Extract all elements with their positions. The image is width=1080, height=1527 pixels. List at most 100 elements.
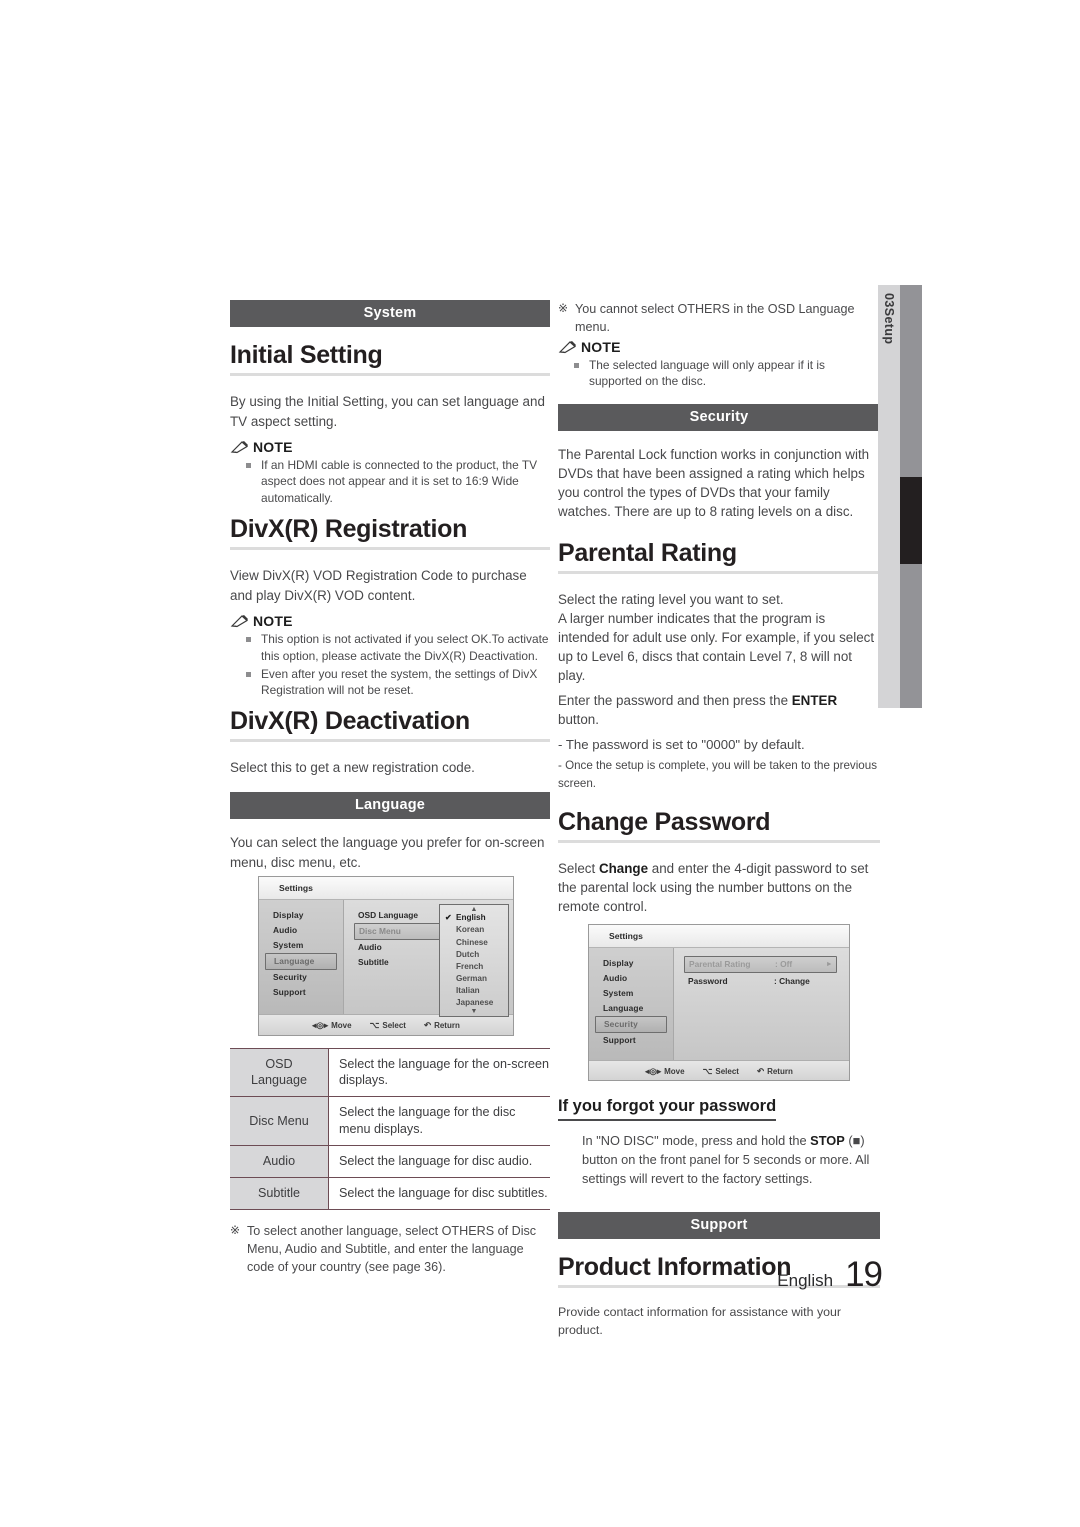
- heading-initial-setting: Initial Setting: [230, 341, 383, 369]
- osd-left-menu: Display Audio System Language Security S…: [259, 899, 344, 1014]
- osd-menu-item-system[interactable]: System: [589, 986, 673, 1001]
- heading-divx-registration: DivX(R) Registration: [230, 515, 468, 544]
- table-cell-value: Select the language for the disc menu di…: [328, 1096, 550, 1147]
- scroll-down-icon[interactable]: ▼: [471, 1008, 478, 1015]
- osd-screenshot-language: Settings Display Audio System Language S…: [258, 875, 514, 1036]
- note-label: NOTE: [253, 612, 293, 629]
- osd-footer-move-label: Move: [664, 1067, 685, 1077]
- note-item: Even after you reset the system, the set…: [246, 666, 550, 700]
- pencil-icon: [230, 440, 249, 453]
- osd-menu-item-support[interactable]: Support: [589, 1033, 673, 1048]
- heading-rule: [230, 546, 550, 550]
- osd-footer-return-label: Return: [434, 1021, 460, 1031]
- enter-pre: Enter the password and then press the: [558, 693, 792, 709]
- dpad-icon: ◂◎▸: [645, 1066, 662, 1077]
- osd-menu-item-system[interactable]: System: [259, 938, 343, 953]
- osd-option-german[interactable]: German: [440, 972, 508, 984]
- star-icon: ※: [230, 1222, 241, 1237]
- table-cell-key: Subtitle: [230, 1176, 329, 1210]
- chapter-side-tab: 03Setup: [878, 285, 922, 708]
- osd-option-chinese[interactable]: Chinese: [440, 936, 508, 948]
- note-label: NOTE: [581, 338, 621, 355]
- osd-language-popup[interactable]: ▲ English Korean Chinese Dutch French Ge…: [439, 903, 509, 1018]
- enter-icon: ⌥: [702, 1066, 713, 1077]
- osd-row-parental-rating[interactable]: Parental Rating : Off ▸: [684, 955, 837, 974]
- chapter-number: 03: [882, 293, 896, 308]
- osd-option-dutch[interactable]: Dutch: [440, 948, 508, 960]
- heading-rule: [558, 839, 880, 843]
- osd-mid-menu: Parental Rating : Off ▸ Password : Chang…: [674, 947, 849, 1060]
- osd-title: Settings: [589, 924, 849, 948]
- section-band-security: Security: [558, 404, 880, 432]
- note-list-initial-setting: If an HDMI cable is connected to the pro…: [230, 457, 550, 508]
- star-icon: ※: [558, 301, 569, 315]
- osd-menu-item-security[interactable]: Security: [595, 1015, 667, 1033]
- osd-footer-return-label: Return: [767, 1067, 793, 1077]
- star-note-text: You cannot select OTHERS in the OSD Lang…: [575, 302, 855, 335]
- osd-row-key: Parental Rating: [689, 959, 751, 970]
- dpad-icon: ◂◎▸: [312, 1020, 329, 1031]
- osd-footer: ◂◎▸ Move ⌥ Select ↶ Return: [589, 1059, 849, 1080]
- section-band-system: System: [230, 300, 550, 327]
- stop-bold: STOP: [810, 1132, 845, 1148]
- osd-option-english[interactable]: English: [440, 912, 508, 924]
- heading-rule: [230, 372, 550, 376]
- parental-rating-dash-2: - Once the setup is complete, you will b…: [558, 759, 877, 790]
- note-item: If an HDMI cable is connected to the pro…: [246, 457, 550, 508]
- osd-footer-move: ◂◎▸ Move: [312, 1020, 351, 1031]
- heading-divx-deactivation: DivX(R) Deactivation: [230, 707, 470, 736]
- osd-menu-item-security[interactable]: Security: [259, 970, 343, 985]
- pencil-icon: [558, 340, 577, 353]
- osd-option-italian[interactable]: Italian: [440, 985, 508, 997]
- right-column: ※ You cannot select OTHERS in the OSD La…: [558, 300, 880, 1345]
- chevron-right-icon[interactable]: ▸: [827, 959, 831, 968]
- osd-row-key: Password: [688, 975, 728, 986]
- osd-row-password[interactable]: Password : Change: [688, 973, 849, 988]
- forgot-password-body: In "NO DISC" mode, press and hold the ST…: [582, 1131, 880, 1189]
- section-band-language: Language: [230, 792, 550, 820]
- parental-rating-body-1: Select the rating level you want to set.: [558, 592, 784, 608]
- osd-menu-item-audio[interactable]: Audio: [259, 923, 343, 938]
- parental-rating-body-2: A larger number indicates that the progr…: [558, 611, 875, 684]
- heading-parental-rating: Parental Rating: [558, 539, 737, 568]
- osd-menu-item-language[interactable]: Language: [589, 1001, 673, 1016]
- chapter-tab-strip: [878, 285, 900, 708]
- table-row: Subtitle Select the language for disc su…: [230, 1176, 550, 1210]
- osd-footer-select: ⌥ Select: [370, 1020, 406, 1031]
- note-label: NOTE: [253, 438, 293, 455]
- note-header: NOTE: [230, 439, 550, 455]
- heading-rule: [230, 739, 550, 743]
- table-row: OSD Language Select the language for the…: [230, 1047, 550, 1098]
- osd-footer-move: ◂◎▸ Move: [645, 1066, 684, 1077]
- osd-row-value: : Off: [775, 959, 793, 970]
- osd-menu-item-display[interactable]: Display: [259, 908, 343, 923]
- language-body: You can select the language you prefer f…: [230, 835, 545, 870]
- chapter-tab-active-marker: [900, 477, 922, 565]
- osd-screenshot-security: Settings Display Audio System Language S…: [588, 923, 850, 1081]
- osd-menu-item-display[interactable]: Display: [589, 956, 673, 971]
- divx-deactivation-body: Select this to get a new registration co…: [230, 760, 475, 776]
- osd-menu-item-support[interactable]: Support: [259, 985, 343, 1000]
- star-note-language: ※ To select another language, select OTH…: [230, 1222, 550, 1277]
- pencil-icon: [230, 614, 249, 627]
- osd-menu-item-language[interactable]: Language: [265, 952, 337, 970]
- table-cell-value: Select the language for disc audio.: [328, 1145, 550, 1178]
- initial-setting-body: By using the Initial Setting, you can se…: [230, 393, 545, 430]
- table-cell-key: OSD Language: [230, 1047, 329, 1098]
- change-bold: Change: [598, 860, 649, 876]
- enter-post: button.: [558, 712, 599, 728]
- osd-option-french[interactable]: French: [440, 960, 508, 972]
- note-list-divx-registration: This option is not activated if you sele…: [230, 631, 550, 700]
- note-item: The selected language will only appear i…: [574, 357, 880, 391]
- parental-rating-body-3: Enter the password and then press the EN…: [558, 691, 880, 729]
- osd-menu-item-audio[interactable]: Audio: [589, 971, 673, 986]
- osd-mid-menu: OSD Language Disc Menu Audio Subtitle ▲ …: [344, 899, 513, 1018]
- table-row: Audio Select the language for disc audio…: [230, 1145, 550, 1178]
- osd-row-value: : Change: [774, 975, 810, 986]
- osd-footer-return: ↶ Return: [424, 1020, 460, 1031]
- key-line-2: Language: [250, 1073, 308, 1088]
- note-header: NOTE: [558, 339, 880, 355]
- chapter-tab-bar: [900, 285, 922, 708]
- return-icon: ↶: [423, 1020, 432, 1031]
- osd-option-korean[interactable]: Korean: [440, 924, 508, 936]
